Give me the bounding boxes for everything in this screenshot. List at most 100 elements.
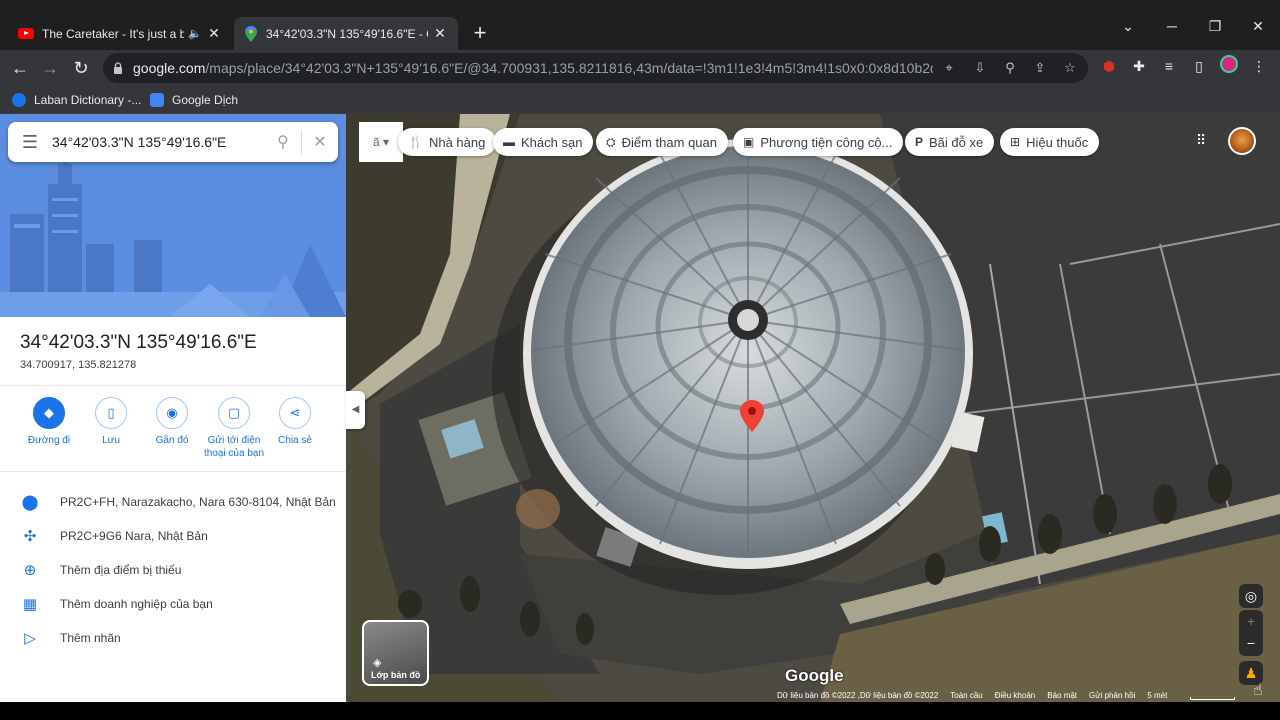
zoom-in-button[interactable]: +	[1239, 610, 1263, 632]
chip-label: Khách sạn	[521, 134, 583, 150]
chip-parking[interactable]: P Bãi đỗ xe	[905, 128, 995, 156]
profile-icon[interactable]	[1218, 55, 1240, 77]
google-apps-icon[interactable]: ⠿	[1196, 132, 1212, 148]
google-logo: Google	[785, 666, 844, 685]
media-controls-icon[interactable]: ≡	[1158, 55, 1180, 77]
share-page-icon[interactable]: ⇪	[1031, 59, 1049, 77]
bookmark-label: Google Dịch	[172, 93, 239, 107]
hotel-icon: ▬	[503, 135, 515, 149]
transit-icon: ▣	[743, 135, 755, 149]
directions-label: Đường đi	[27, 435, 71, 446]
info-row-add-place[interactable]: ⊕ Thêm địa điểm bị thiếu	[0, 553, 346, 587]
nearby-icon: ◉	[156, 397, 188, 429]
directions-button[interactable]: ◆ Đường đi	[14, 397, 84, 447]
send-to-phone-label: Gửi tới điện thoại của bạn	[203, 435, 265, 459]
restaurant-icon: 🍴	[408, 135, 423, 149]
global-link[interactable]: Toàn cầu	[950, 691, 982, 702]
privacy-link[interactable]: Bảo mật	[1047, 691, 1077, 702]
new-tab-button[interactable]: +	[470, 20, 490, 48]
feedback-link[interactable]: Gửi phản hồi	[1089, 691, 1135, 702]
chip-label: Bãi đỗ xe	[929, 134, 984, 150]
google-maps-icon	[245, 25, 257, 42]
minimize-icon[interactable]: ─	[1157, 18, 1187, 34]
close-window-icon[interactable]: ✕	[1243, 18, 1273, 35]
add-business-icon: ▦	[22, 596, 38, 613]
extension-red-icon[interactable]: ⬢	[1098, 55, 1120, 77]
tab-youtube[interactable]: The Caretaker - It's just a burning memo…	[8, 17, 232, 50]
share-icon: ⋖	[279, 397, 311, 429]
bottom-black-bar	[0, 702, 1280, 720]
place-panel: ☰ 34°42'03.3"N 135°49'16.6"E ⚲ ✕ 34°42'0…	[0, 114, 346, 702]
zoom-out-button[interactable]: −	[1239, 632, 1263, 654]
clear-search-icon[interactable]: ✕	[302, 132, 338, 152]
chip-transit[interactable]: ▣ Phương tiện công cộ...	[733, 128, 904, 156]
save-label: Lưu	[102, 435, 120, 446]
location-icon[interactable]: ⌖	[940, 59, 958, 77]
reload-button[interactable]: ↻	[68, 55, 94, 81]
directions-icon: ◆	[33, 397, 65, 429]
search-box[interactable]: ☰ 34°42'03.3"N 135°49'16.6"E ⚲ ✕	[8, 122, 338, 162]
url-host: google.com	[133, 60, 206, 76]
tab-title: The Caretaker - It's just a burning memo…	[42, 26, 185, 41]
chip-pharmacy[interactable]: ⊞ Hiệu thuốc	[1000, 128, 1100, 156]
extensions-puzzle-icon[interactable]: ✚	[1128, 55, 1150, 77]
action-buttons: ◆ Đường đi ▯ Lưu ◉ Gần đó ▢ Gửi tới điện…	[0, 397, 346, 467]
input-tools-button[interactable]: ã ▾	[359, 122, 403, 162]
address-bar[interactable]: google.com/maps/place/34°42'03.3"N+135°4…	[103, 53, 1088, 83]
restore-icon[interactable]: ❐	[1200, 18, 1230, 35]
attraction-icon: ⛭	[606, 134, 616, 149]
url-path: /maps/place/34°42'03.3"N+135°49'16.6"E/@…	[205, 60, 933, 76]
nearby-button[interactable]: ◉ Gần đó	[137, 397, 207, 447]
info-row-add-business[interactable]: ▦ Thêm doanh nghiệp của bạn	[0, 587, 346, 621]
terms-link[interactable]: Điều khoản	[995, 691, 1035, 702]
bookmark-icon: ▯	[95, 397, 127, 429]
my-location-icon: ◎	[1244, 588, 1258, 604]
tab-google-maps[interactable]: 34°42'03.3"N 135°49'16.6"E - Google Maps…	[234, 17, 458, 50]
send-to-phone-icon: ▢	[218, 397, 250, 429]
collapse-panel-button[interactable]: ◀	[346, 391, 365, 429]
bookmark-google-translate[interactable]: Google Dịch	[150, 90, 238, 110]
search-input[interactable]: 34°42'03.3"N 135°49'16.6"E	[52, 134, 265, 150]
screen: The Caretaker - It's just a burning memo…	[0, 0, 1280, 720]
plus-code-icon: ✣	[23, 528, 37, 545]
my-location-button[interactable]: ◎	[1239, 584, 1263, 608]
label-icon: ▷	[24, 630, 36, 647]
zoom-controls: + −	[1239, 610, 1263, 656]
address-text: PR2C+FH, Narazakacho, Nara 630-8104, Nhậ…	[60, 495, 336, 509]
add-label-text: Thêm nhãn	[60, 631, 121, 645]
layers-button[interactable]: ◈ Lớp bản đồ	[362, 620, 429, 686]
info-row-plus-code[interactable]: ✣ PR2C+9G6 Nara, Nhật Bản	[0, 519, 346, 553]
speaker-icon[interactable]: 🔈	[188, 27, 202, 40]
tab-search-icon[interactable]: ⌄	[1113, 18, 1143, 35]
layers-label: Lớp bản đồ	[371, 670, 421, 680]
forward-button[interactable]: →	[37, 55, 63, 81]
divider	[0, 471, 346, 472]
hamburger-menu-icon[interactable]: ☰	[8, 132, 52, 153]
side-panel-icon[interactable]: ▯	[1188, 55, 1210, 77]
nearby-label: Gần đó	[155, 435, 189, 446]
browser-menu-icon[interactable]: ⋮	[1248, 55, 1270, 77]
chip-hotels[interactable]: ▬ Khách sạn	[493, 128, 594, 156]
search-icon[interactable]: ⚲	[265, 132, 301, 152]
back-button[interactable]: ←	[7, 55, 33, 81]
send-to-phone-button[interactable]: ▢ Gửi tới điện thoại của bạn	[199, 397, 269, 460]
share-button[interactable]: ⋖ Chia sẻ	[260, 397, 330, 447]
close-tab-icon[interactable]: ✕	[432, 25, 448, 42]
bookmark-star-icon[interactable]: ☆	[1061, 59, 1079, 77]
bookmarks-bar: Laban Dictionary -... Google Dịch	[0, 86, 1280, 114]
zoom-icon[interactable]: ⚲	[1001, 59, 1019, 77]
mouse-cursor-icon: ☝	[1253, 682, 1263, 699]
install-icon[interactable]: ⇩	[971, 59, 989, 77]
lock-icon[interactable]	[113, 62, 123, 74]
save-button[interactable]: ▯ Lưu	[76, 397, 146, 447]
bookmark-label: Laban Dictionary -...	[34, 93, 142, 107]
info-row-add-label[interactable]: ▷ Thêm nhãn	[0, 621, 346, 655]
share-label: Chia sẻ	[278, 435, 312, 446]
chip-restaurants[interactable]: 🍴 Nhà hàng	[398, 128, 497, 156]
close-tab-icon[interactable]: ✕	[206, 25, 222, 42]
account-avatar[interactable]	[1228, 127, 1256, 155]
chip-attractions[interactable]: ⛭ Điểm tham quan	[596, 128, 728, 156]
bookmark-laban[interactable]: Laban Dictionary -...	[12, 90, 141, 110]
scale-label[interactable]: 5 mét	[1147, 691, 1167, 702]
info-row-address[interactable]: ⬤ PR2C+FH, Narazakacho, Nara 630-8104, N…	[0, 485, 346, 519]
